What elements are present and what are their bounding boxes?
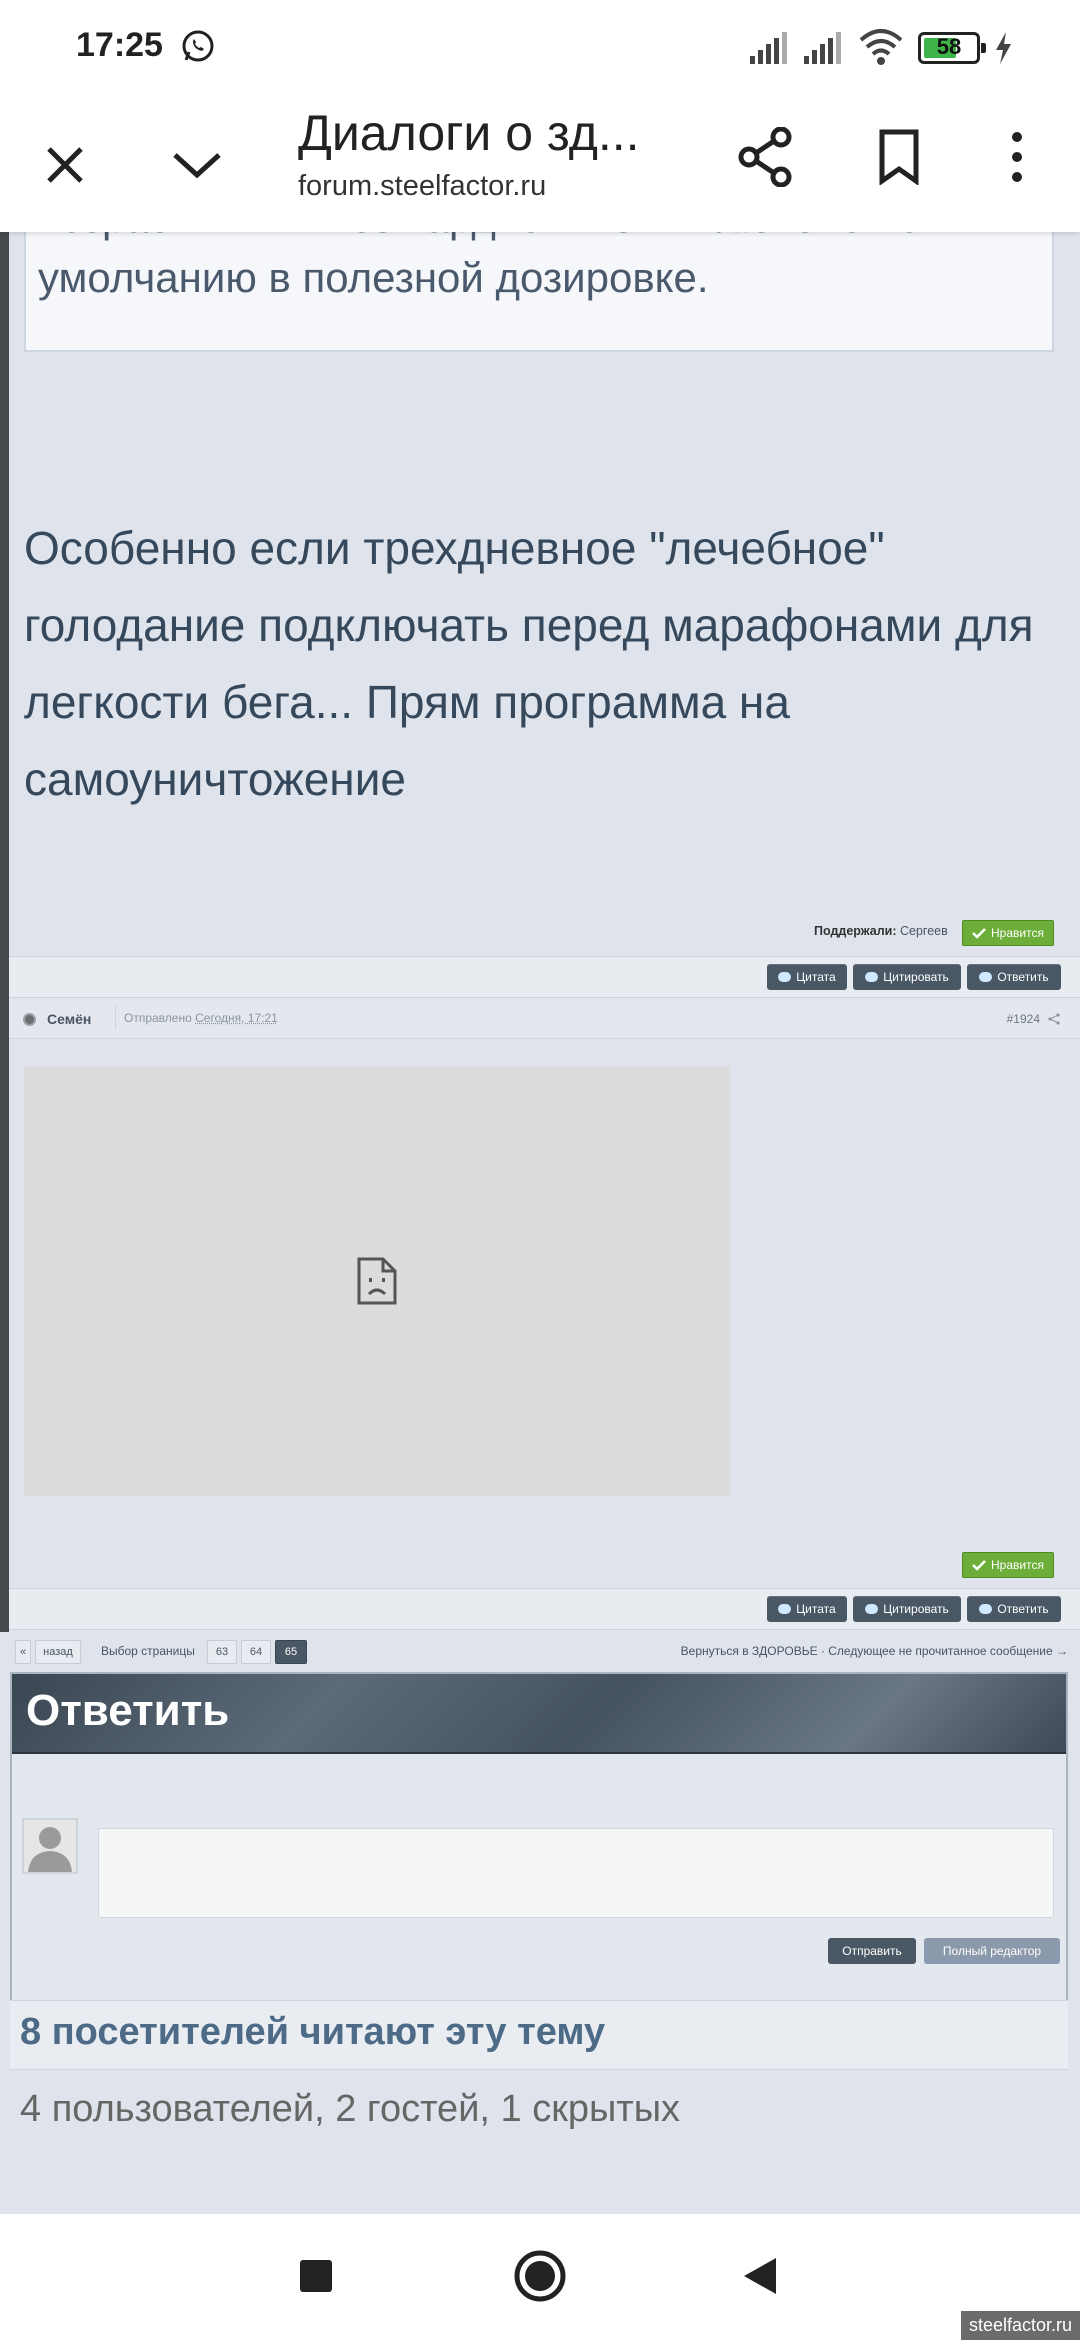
left-border bbox=[0, 232, 9, 1632]
prev-page-button[interactable]: назад bbox=[35, 1640, 81, 1664]
reply-textarea[interactable] bbox=[98, 1828, 1054, 1918]
bookmark-icon[interactable] bbox=[864, 122, 934, 192]
reply-button[interactable]: Ответить bbox=[967, 964, 1061, 990]
close-icon[interactable] bbox=[30, 130, 100, 200]
share-icon[interactable] bbox=[730, 122, 800, 192]
quote-text: умолчанию в полезной дозировке. bbox=[38, 254, 709, 301]
speech-bubble-icon bbox=[865, 972, 879, 982]
reply-header: Ответить bbox=[12, 1674, 1066, 1754]
quote-button[interactable]: Цитата bbox=[767, 964, 847, 990]
supported-user-link[interactable]: Сергеев bbox=[900, 924, 948, 938]
visitors-header: 8 посетителей читают эту тему bbox=[10, 2000, 1068, 2070]
post-body: Особенно если трехдневное "лечебное" гол… bbox=[24, 522, 1034, 805]
quote-block: возрастных. И все кардио в нем включено … bbox=[24, 232, 1054, 352]
broken-image-icon bbox=[357, 1257, 397, 1305]
checkmark-icon bbox=[972, 1560, 986, 1571]
signal-icon-2 bbox=[804, 32, 841, 64]
full-editor-button[interactable]: Полный редактор bbox=[924, 1938, 1060, 1964]
avatar bbox=[22, 1818, 78, 1874]
clock: 17:25 bbox=[76, 26, 163, 64]
system-nav-bar: steelfactor.ru bbox=[0, 2214, 1080, 2340]
post-actions-2: Цитата Цитировать Ответить bbox=[9, 1588, 1080, 1630]
browser-toolbar: Диалоги о зд... forum.steelfactor.ru bbox=[0, 100, 1080, 232]
user-silhouette-icon bbox=[28, 1827, 72, 1872]
battery-icon: 58 bbox=[918, 32, 986, 64]
checkmark-icon bbox=[972, 928, 986, 939]
speech-bubble-icon bbox=[778, 1604, 792, 1614]
home-circle-icon bbox=[514, 2250, 566, 2302]
visitors-title: 8 посетителей читают эту тему bbox=[20, 2011, 606, 2053]
whatsapp-icon bbox=[182, 30, 214, 62]
quote-button[interactable]: Цитата bbox=[767, 1596, 847, 1622]
quote-text-clipped: возрастных. И все кардио в нем включено … bbox=[38, 232, 921, 248]
recents-button[interactable] bbox=[280, 2240, 352, 2312]
post-permalink[interactable]: #1924 bbox=[1007, 1012, 1060, 1026]
post-date: Отправлено Сегодня, 17:21 bbox=[115, 1006, 278, 1030]
prev-page-arrow[interactable]: « bbox=[15, 1640, 31, 1664]
reply-button[interactable]: Ответить bbox=[967, 1596, 1061, 1622]
like-button[interactable]: Нравится bbox=[962, 920, 1054, 946]
signal-icon bbox=[750, 32, 787, 64]
page-current[interactable]: 65 bbox=[275, 1640, 307, 1664]
page-63[interactable]: 63 bbox=[207, 1640, 237, 1664]
back-triangle-icon bbox=[744, 2258, 776, 2294]
like-button-2[interactable]: Нравится bbox=[962, 1552, 1054, 1578]
page-url: forum.steelfactor.ru bbox=[298, 170, 547, 202]
more-options-icon[interactable] bbox=[982, 122, 1052, 192]
speech-bubble-icon bbox=[778, 972, 792, 982]
post-header: Семён Отправлено Сегодня, 17:21 #1924 bbox=[9, 1000, 1080, 1039]
visitors-summary: 4 пользователей, 2 гостей, 1 скрытых bbox=[20, 2088, 681, 2130]
page-title: Диалоги о зд... bbox=[298, 105, 640, 161]
send-button[interactable]: Отправить bbox=[828, 1938, 916, 1964]
share-icon bbox=[1048, 1013, 1060, 1025]
cite-button[interactable]: Цитировать bbox=[853, 964, 961, 990]
wifi-icon bbox=[859, 29, 903, 65]
post-author[interactable]: Семён bbox=[47, 1011, 91, 1027]
speech-bubble-icon bbox=[979, 972, 993, 982]
broken-image bbox=[24, 1066, 730, 1496]
back-button[interactable] bbox=[724, 2240, 796, 2312]
supported-by: Поддержали: Сергеев bbox=[814, 924, 948, 938]
pagination: « назад Выбор страницы 63 64 65 Вернутьс… bbox=[9, 1634, 1080, 1666]
speech-bubble-icon bbox=[979, 1604, 993, 1614]
status-bar: 17:25 58 bbox=[0, 0, 1080, 100]
charging-icon bbox=[996, 32, 1011, 64]
forum-nav-links[interactable]: Вернуться в ЗДОРОВЬЕ · Следующее не проч… bbox=[681, 1644, 1068, 1658]
square-icon bbox=[300, 2260, 332, 2292]
post-actions: Цитата Цитировать Ответить bbox=[9, 956, 1080, 998]
speech-bubble-icon bbox=[865, 1604, 879, 1614]
cite-button[interactable]: Цитировать bbox=[853, 1596, 961, 1622]
page-select-label: Выбор страницы bbox=[101, 1644, 195, 1658]
visitors-block: 8 посетителей читают эту тему 4 пользова… bbox=[0, 2000, 1080, 2214]
page-64[interactable]: 64 bbox=[241, 1640, 271, 1664]
chevron-down-icon[interactable] bbox=[162, 130, 232, 200]
reply-title: Ответить bbox=[26, 1686, 230, 1735]
watermark: steelfactor.ru bbox=[960, 2311, 1080, 2340]
home-button[interactable] bbox=[504, 2240, 576, 2312]
page-content[interactable]: возрастных. И все кардио в нем включено … bbox=[0, 232, 1080, 2214]
online-status-icon bbox=[23, 1013, 36, 1026]
